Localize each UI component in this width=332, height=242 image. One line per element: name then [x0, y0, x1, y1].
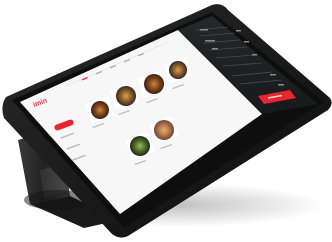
food-dish-icon — [116, 86, 136, 106]
food-dish-icon — [91, 101, 109, 119]
pos-terminal-illustration: imin — [2, 4, 332, 238]
food-dish-icon — [169, 61, 187, 79]
food-dish-icon — [130, 136, 150, 156]
food-dish-icon — [154, 120, 174, 140]
food-dish-icon — [144, 74, 164, 94]
pos-terminal-photo: imin — [0, 0, 332, 242]
